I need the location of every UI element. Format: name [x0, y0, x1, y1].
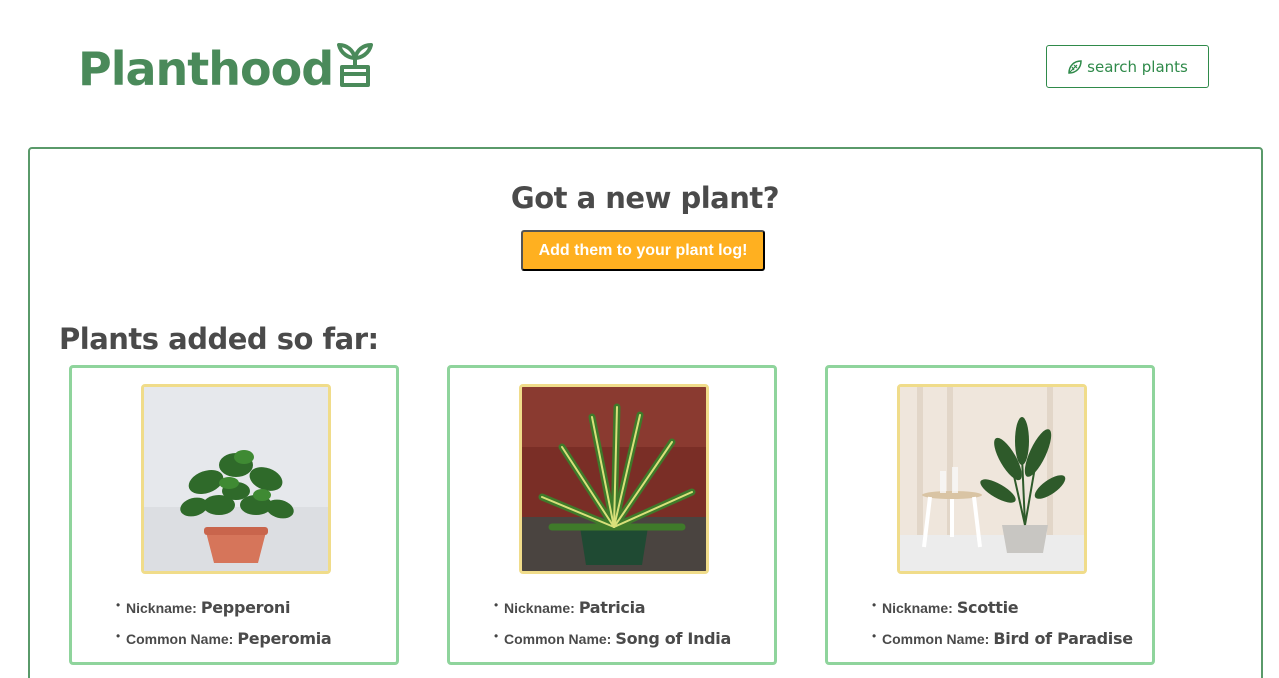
nickname-row: • Nickname: Patricia: [494, 598, 646, 617]
nickname-value: Patricia: [578, 598, 646, 617]
nickname-value: Pepperoni: [200, 598, 291, 617]
nickname-label: Nickname:: [504, 600, 575, 616]
common-name-value: Peperomia: [237, 629, 332, 648]
add-plant-button[interactable]: Add them to your plant log!: [521, 230, 765, 271]
leaf-icon: [1068, 59, 1082, 74]
common-name-row: • Common Name: Song of India: [494, 629, 731, 648]
common-name-value: Bird of Paradise: [993, 629, 1133, 648]
brand-logo[interactable]: Planthood: [78, 40, 375, 98]
nickname-row: • Nickname: Pepperoni: [116, 598, 291, 617]
common-name-value: Song of India: [615, 629, 731, 648]
search-plants-button[interactable]: search plants: [1046, 45, 1209, 88]
plant-card[interactable]: • Nickname: Scottie • Common Name: Bird of P…: [825, 365, 1155, 665]
common-name-row: • Common Name: Bird of Paradise: [872, 629, 1133, 648]
common-name-row: • Common Name: Peperomia: [116, 629, 332, 648]
plant-photo: [141, 384, 331, 574]
page-headline: Got a new plant?: [510, 181, 780, 215]
common-name-label: Common Name:: [126, 631, 234, 647]
plant-photo: [897, 384, 1087, 574]
nickname-label: Nickname:: [126, 600, 197, 616]
plant-details: • Nickname: Pepperoni • Common Name: Peperom…: [116, 598, 332, 660]
nickname-row: • Nickname: Scottie: [872, 598, 1019, 617]
plant-card[interactable]: • Nickname: Patricia • Common Name: Song of …: [447, 365, 777, 665]
common-name-label: Common Name:: [882, 631, 990, 647]
section-title: Plants added so far:: [59, 322, 379, 356]
sprout-pot-icon: [337, 43, 374, 87]
common-name-label: Common Name:: [504, 631, 612, 647]
nickname-value: Scottie: [956, 598, 1019, 617]
plant-card[interactable]: • Nickname: Pepperoni • Common Name: Peperom…: [69, 365, 399, 665]
brand-name: Planthood: [78, 42, 334, 96]
plant-details: • Nickname: Patricia • Common Name: Song of …: [494, 598, 731, 660]
nickname-label: Nickname:: [882, 600, 953, 616]
plant-photo: [519, 384, 709, 574]
search-plants-label: search plants: [1087, 57, 1188, 76]
plant-details: • Nickname: Scottie • Common Name: Bird of P…: [872, 598, 1133, 660]
